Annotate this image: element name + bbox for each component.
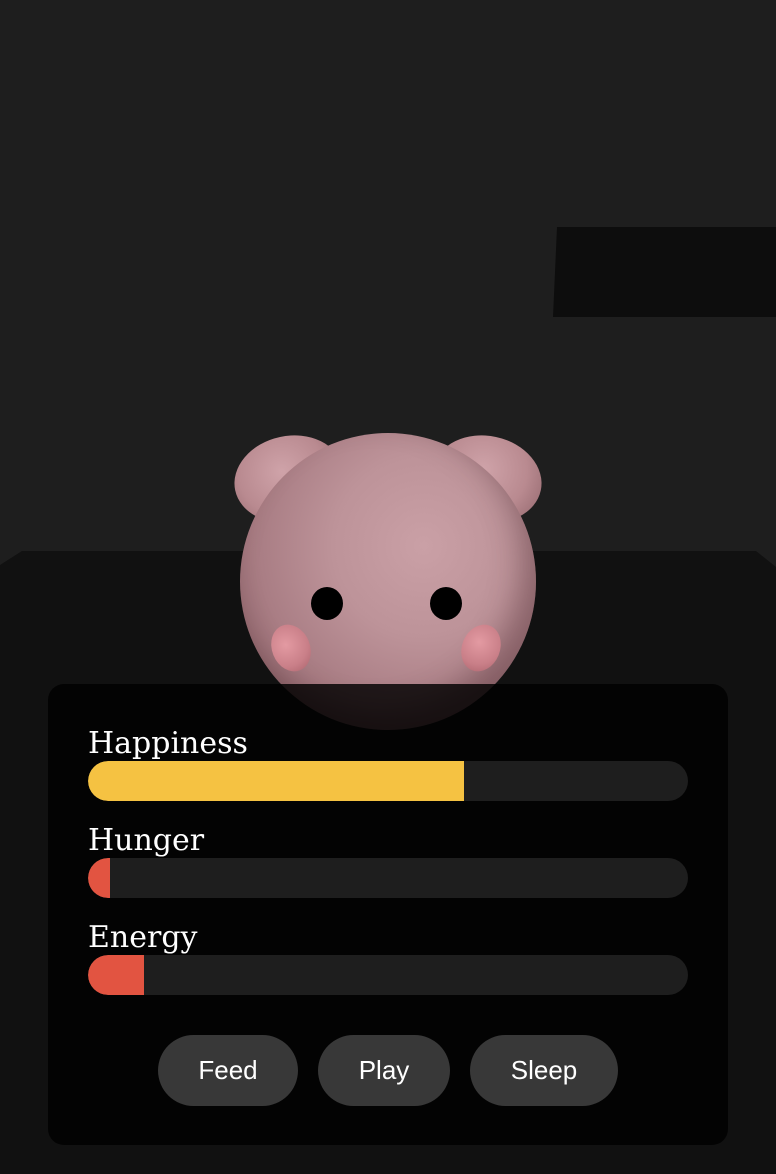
energy-label: Energy [88, 920, 198, 955]
happiness-bar [88, 761, 688, 801]
hunger-bar [88, 858, 688, 898]
wall-shelf [553, 227, 776, 317]
hunger-label: Hunger [88, 823, 205, 858]
happiness-label: Happiness [88, 726, 248, 761]
action-buttons: Feed Play Sleep [48, 1035, 728, 1106]
energy-bar [88, 955, 688, 995]
hunger-bar-fill [88, 858, 111, 898]
feed-button[interactable]: Feed [158, 1035, 298, 1106]
stats-panel: Happiness Hunger Energy Feed Play Sleep [48, 684, 728, 1145]
energy-bar-fill [88, 955, 144, 995]
pet-right-ear [424, 425, 550, 533]
play-button[interactable]: Play [318, 1035, 450, 1106]
game-scene: Happiness Hunger Energy Feed Play Sleep [0, 0, 776, 1174]
pet-left-ear [226, 425, 352, 533]
sleep-button[interactable]: Sleep [470, 1035, 618, 1106]
happiness-bar-fill [88, 761, 465, 801]
